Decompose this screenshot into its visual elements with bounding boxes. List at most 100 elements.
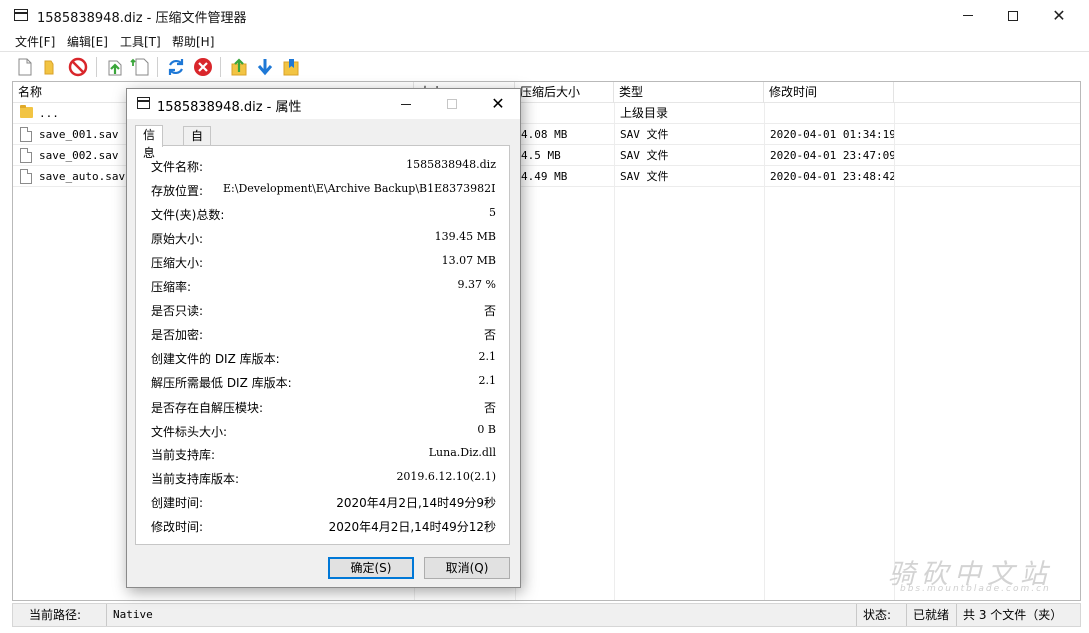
toolbar-separator bbox=[220, 57, 221, 77]
file-compressed-size: 4.08 MB bbox=[521, 128, 568, 141]
toolbar-separator bbox=[96, 57, 97, 77]
property-row: 存放位置: E:\Development\E\Archive Backup\B1E… bbox=[151, 182, 496, 202]
property-row: 是否只读: 否 bbox=[151, 302, 496, 322]
property-row: 文件名称: 1585838948.diz bbox=[151, 158, 496, 178]
property-value: 否 bbox=[483, 304, 496, 318]
file-type: SAV 文件 bbox=[620, 149, 669, 162]
menu-tools[interactable]: 工具[T] bbox=[120, 33, 161, 50]
new-file-button[interactable] bbox=[14, 56, 36, 78]
property-row: 当前支持库版本: 2019.6.12.10(2.1) bbox=[151, 470, 496, 490]
property-label: 解压所需最低 DIZ 库版本: bbox=[151, 376, 292, 390]
title-bar[interactable]: 1585838948.diz - 压缩文件管理器 ✕ bbox=[0, 0, 1089, 31]
delete-button[interactable] bbox=[192, 56, 214, 78]
property-label: 文件名称: bbox=[151, 160, 204, 174]
status-state-label: 状态: bbox=[857, 604, 907, 626]
window-title: 1585838948.diz - 压缩文件管理器 bbox=[37, 11, 247, 26]
new-file-icon bbox=[18, 58, 32, 76]
minimize-button[interactable] bbox=[945, 0, 991, 31]
tab-sfx-format[interactable]: 自解压格式 bbox=[183, 126, 212, 215]
add-file-button[interactable] bbox=[129, 56, 151, 78]
property-row: 压缩大小: 13.07 MB bbox=[151, 254, 496, 274]
refresh-button[interactable] bbox=[165, 56, 187, 78]
property-value: 否 bbox=[483, 401, 496, 415]
ok-button[interactable]: 确定(S) bbox=[328, 557, 414, 579]
maximize-button[interactable] bbox=[990, 0, 1036, 31]
close-button[interactable]: ✕ bbox=[1036, 0, 1082, 31]
property-value: 2020年4月2日,14时49分12秒 bbox=[328, 520, 496, 534]
minimize-icon bbox=[401, 103, 411, 105]
property-label: 原始大小: bbox=[151, 232, 204, 246]
property-label: 压缩大小: bbox=[151, 256, 204, 270]
file-icon bbox=[20, 169, 32, 184]
info-tab-panel: 文件名称: 1585838948.diz 存放位置: E:\Development\… bbox=[135, 145, 510, 545]
property-value: 2.1 bbox=[478, 374, 497, 387]
cancel-button[interactable]: 取消(Q) bbox=[424, 557, 510, 579]
property-value: Luna.Diz.dll bbox=[428, 446, 496, 459]
column-header-compressed[interactable]: 压缩后大小 bbox=[515, 82, 614, 103]
file-icon bbox=[20, 148, 32, 163]
menu-bar: 文件[F] 编辑[E] 工具[T] 帮助[H] bbox=[0, 31, 1089, 51]
dialog-title-bar[interactable]: 1585838948.diz - 属性 ✕ bbox=[127, 89, 520, 119]
download-button[interactable] bbox=[254, 56, 276, 78]
property-label: 当前支持库: bbox=[151, 448, 216, 462]
file-compressed-size: 4.5 MB bbox=[521, 149, 561, 162]
property-label: 文件(夹)总数: bbox=[151, 208, 225, 222]
close-icon: ✕ bbox=[1052, 5, 1066, 25]
property-label: 创建文件的 DIZ 库版本: bbox=[151, 352, 280, 366]
property-value: 139.45 MB bbox=[434, 230, 496, 243]
column-header-modified[interactable]: 修改时间 bbox=[764, 82, 894, 103]
property-value: 1585838948.diz bbox=[406, 158, 496, 171]
file-type: SAV 文件 bbox=[620, 170, 669, 183]
property-label: 修改时间: bbox=[151, 520, 204, 534]
property-row: 文件标头大小: 0 B bbox=[151, 423, 496, 443]
property-label: 是否存在自解压模块: bbox=[151, 401, 264, 415]
property-value: 13.07 MB bbox=[441, 254, 496, 267]
watermark-url: bbs.mountblade.com.cn bbox=[900, 584, 1051, 594]
file-modified: 2020-04-01 23:48:42 bbox=[770, 170, 894, 183]
stop-button[interactable] bbox=[67, 56, 89, 78]
status-path-value: Native bbox=[107, 604, 857, 626]
bookmark-folder-button[interactable] bbox=[280, 56, 302, 78]
property-row: 原始大小: 139.45 MB bbox=[151, 230, 496, 250]
property-value: 9.37 % bbox=[457, 278, 496, 291]
open-folder-icon bbox=[44, 60, 54, 75]
download-icon bbox=[257, 59, 273, 76]
property-row: 压缩率: 9.37 % bbox=[151, 278, 496, 298]
status-path-label: 当前路径: bbox=[23, 604, 107, 626]
menu-file[interactable]: 文件[F] bbox=[15, 33, 55, 50]
open-folder-button[interactable] bbox=[39, 56, 61, 78]
tab-info[interactable]: 信息 bbox=[135, 125, 164, 160]
property-row: 修改时间: 2020年4月2日,14时49分12秒 bbox=[151, 518, 496, 538]
status-state-value: 已就绪 bbox=[907, 604, 957, 626]
up-folder-icon bbox=[231, 58, 247, 76]
stop-icon bbox=[68, 57, 88, 77]
property-value: 否 bbox=[483, 328, 496, 342]
status-bar: 当前路径: Native 状态: 已就绪 共 3 个文件（夹） bbox=[12, 603, 1081, 627]
menu-help[interactable]: 帮助[H] bbox=[172, 33, 214, 50]
bookmark-folder-icon bbox=[283, 59, 299, 76]
property-label: 文件标头大小: bbox=[151, 425, 228, 439]
properties-dialog: 1585838948.diz - 属性 ✕ 信息 自解压格式 文件名称: 1585… bbox=[126, 88, 521, 588]
up-folder-button[interactable] bbox=[228, 56, 250, 78]
menu-edit[interactable]: 编辑[E] bbox=[67, 33, 108, 50]
column-header-type[interactable]: 类型 bbox=[614, 82, 764, 103]
property-label: 是否加密: bbox=[151, 328, 204, 342]
property-row: 是否存在自解压模块: 否 bbox=[151, 399, 496, 419]
file-compressed-size: 4.49 MB bbox=[521, 170, 568, 183]
dialog-maximize-button bbox=[429, 89, 475, 119]
property-label: 创建时间: bbox=[151, 496, 204, 510]
extract-button[interactable] bbox=[104, 56, 126, 78]
status-file-count: 共 3 个文件（夹） bbox=[963, 608, 1063, 622]
dialog-close-button[interactable]: ✕ bbox=[475, 89, 521, 119]
property-value: 0 B bbox=[477, 423, 496, 436]
property-row: 创建时间: 2020年4月2日,14时49分9秒 bbox=[151, 494, 496, 514]
dialog-minimize-button[interactable] bbox=[383, 89, 429, 119]
property-label: 存放位置: bbox=[151, 184, 204, 198]
property-value: 2019.6.12.10(2.1) bbox=[396, 470, 496, 483]
close-icon: ✕ bbox=[491, 94, 505, 113]
property-row: 创建文件的 DIZ 库版本: 2.1 bbox=[151, 350, 496, 370]
file-type: 上级目录 bbox=[620, 106, 669, 120]
folder-icon bbox=[20, 105, 33, 118]
property-value: 2020年4月2日,14时49分9秒 bbox=[336, 496, 496, 510]
file-modified: 2020-04-01 01:34:19 bbox=[770, 128, 894, 141]
